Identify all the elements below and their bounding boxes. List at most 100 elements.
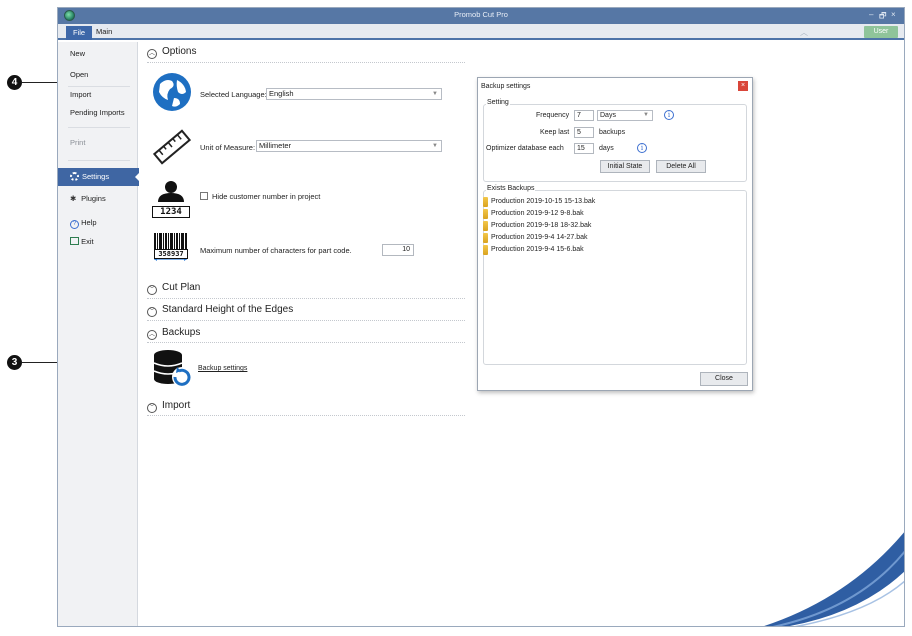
section-divider bbox=[147, 415, 465, 416]
menu-help-label: Help bbox=[81, 218, 97, 227]
menu-new[interactable]: New bbox=[70, 49, 85, 58]
import-header[interactable]: ﹀ Import bbox=[147, 400, 190, 413]
menu-open[interactable]: Open bbox=[70, 70, 88, 79]
frequency-unit-select[interactable]: Days ▼ bbox=[597, 110, 653, 121]
database-restore-icon bbox=[153, 350, 192, 387]
unit-label: Unit of Measure: bbox=[200, 143, 256, 152]
cut-plan-title: Cut Plan bbox=[162, 282, 201, 293]
menu-exit-label: Exit bbox=[81, 237, 94, 246]
max-chars-label: Maximum number of characters for part co… bbox=[200, 246, 352, 255]
title-bar: Promob Cut Pro – 🗗 × bbox=[58, 8, 904, 24]
initial-state-button[interactable]: Initial State bbox=[600, 160, 650, 173]
chevron-down-icon: ▼ bbox=[643, 112, 649, 118]
chevron-down-icon: ﹀ bbox=[147, 307, 157, 317]
frequency-unit-value: Days bbox=[600, 112, 616, 119]
delete-all-button[interactable]: Delete All bbox=[656, 160, 706, 173]
cut-plan-header[interactable]: ﹀ Cut Plan bbox=[147, 282, 200, 295]
optimizer-input[interactable]: 15 bbox=[574, 143, 594, 154]
section-divider bbox=[147, 342, 465, 343]
menu-divider bbox=[68, 86, 130, 87]
close-button[interactable]: Close bbox=[700, 372, 748, 386]
std-height-header[interactable]: ﹀ Standard Height of the Edges bbox=[147, 304, 293, 317]
language-label: Selected Language: bbox=[200, 90, 267, 99]
backup-filename: Production 2019-9-18 18-32.bak bbox=[491, 222, 592, 229]
menu-exit[interactable]: Exit bbox=[70, 237, 94, 246]
ruler-icon bbox=[152, 129, 192, 165]
file-icon bbox=[483, 209, 488, 219]
dialog-title: Backup settings bbox=[481, 83, 531, 90]
backup-settings-link[interactable]: Backup settings bbox=[198, 365, 247, 372]
callout-3: 3 bbox=[7, 355, 22, 370]
section-divider bbox=[147, 320, 465, 321]
backup-filename: Production 2019-9-12 9-8.bak bbox=[491, 210, 584, 217]
menu-settings[interactable]: Settings bbox=[58, 168, 140, 186]
puzzle-icon: ✱ bbox=[70, 194, 77, 203]
tab-main[interactable]: Main bbox=[96, 27, 112, 36]
callout-4: 4 bbox=[7, 75, 22, 90]
backup-filename: Production 2019-9-4 14-27.bak bbox=[491, 234, 588, 241]
chevron-up-icon: ︿ bbox=[147, 49, 157, 59]
info-icon[interactable]: i bbox=[664, 110, 674, 120]
file-icon bbox=[483, 221, 488, 231]
menu-plugins[interactable]: ✱ Plugins bbox=[70, 194, 106, 203]
backup-settings-dialog: Backup settings × Setting Frequency 7 Da… bbox=[477, 77, 753, 391]
chevron-up-icon[interactable]: ︿ bbox=[800, 27, 808, 38]
options-title: Options bbox=[162, 46, 197, 57]
file-menu: New Open Import Pending Imports Print Se… bbox=[58, 42, 140, 626]
decorative-swoosh bbox=[764, 532, 904, 626]
barcode-number: 358937 bbox=[154, 249, 188, 259]
language-value: English bbox=[269, 89, 294, 98]
close-icon[interactable]: × bbox=[738, 81, 748, 91]
backups-title: Backups bbox=[162, 327, 201, 338]
file-icon bbox=[483, 233, 488, 243]
exit-icon bbox=[70, 237, 79, 245]
help-icon: ? bbox=[70, 220, 79, 229]
menu-settings-label: Settings bbox=[82, 172, 110, 181]
file-icon bbox=[483, 245, 488, 255]
setting-group-label: Setting bbox=[486, 99, 510, 106]
restore-button[interactable]: 🗗 bbox=[879, 10, 887, 24]
options-header[interactable]: ︿ Options bbox=[147, 46, 196, 59]
menu-divider bbox=[68, 127, 130, 128]
info-icon[interactable]: i bbox=[637, 143, 647, 153]
chevron-down-icon: ﹀ bbox=[147, 285, 157, 295]
chevron-down-icon: ﹀ bbox=[147, 403, 157, 413]
close-window-button[interactable]: × bbox=[891, 10, 896, 19]
user-button[interactable]: User bbox=[864, 26, 898, 38]
exists-backups-label: Exists Backups bbox=[486, 185, 536, 192]
std-height-title: Standard Height of the Edges bbox=[162, 304, 294, 315]
unit-value: Millimeter bbox=[259, 141, 292, 150]
customer-number-badge: 1234 bbox=[152, 206, 190, 218]
menu-divider bbox=[68, 160, 130, 161]
menu-import[interactable]: Import bbox=[70, 90, 91, 99]
menu-print[interactable]: Print bbox=[70, 138, 85, 147]
menu-plugins-label: Plugins bbox=[81, 194, 106, 203]
tab-file[interactable]: File bbox=[66, 26, 92, 40]
optimizer-unit: days bbox=[599, 145, 614, 152]
keep-last-input[interactable]: 5 bbox=[574, 127, 594, 138]
language-select[interactable]: English ▼ bbox=[266, 88, 442, 100]
menu-pending-imports[interactable]: Pending Imports bbox=[70, 108, 125, 117]
chevron-down-icon: ▼ bbox=[432, 91, 438, 97]
globe-icon bbox=[153, 73, 191, 111]
section-divider bbox=[147, 62, 465, 63]
hide-customer-label: Hide customer number in project bbox=[212, 192, 321, 201]
ribbon-bar: File Main ︿ User bbox=[58, 24, 904, 40]
hide-customer-checkbox[interactable] bbox=[200, 192, 208, 200]
unit-select[interactable]: Millimeter ▼ bbox=[256, 140, 442, 152]
window-title: Promob Cut Pro bbox=[454, 10, 508, 19]
optimizer-label: Optimizer database each bbox=[486, 145, 564, 152]
frequency-input[interactable]: 7 bbox=[574, 110, 594, 121]
minimize-button[interactable]: – bbox=[869, 10, 873, 19]
backup-filename: Production 2019-9-4 15-6.bak bbox=[491, 246, 584, 253]
menu-help[interactable]: ? Help bbox=[70, 218, 97, 229]
max-chars-input[interactable]: 10 bbox=[382, 244, 414, 256]
keep-last-label: Keep last bbox=[540, 129, 570, 136]
chevron-up-icon: ︿ bbox=[147, 330, 157, 340]
section-divider bbox=[147, 298, 465, 299]
file-icon bbox=[483, 197, 488, 207]
frequency-label: Frequency bbox=[536, 112, 570, 119]
import-title: Import bbox=[162, 400, 191, 411]
gear-icon bbox=[70, 172, 79, 181]
backups-header[interactable]: ︿ Backups bbox=[147, 327, 200, 340]
